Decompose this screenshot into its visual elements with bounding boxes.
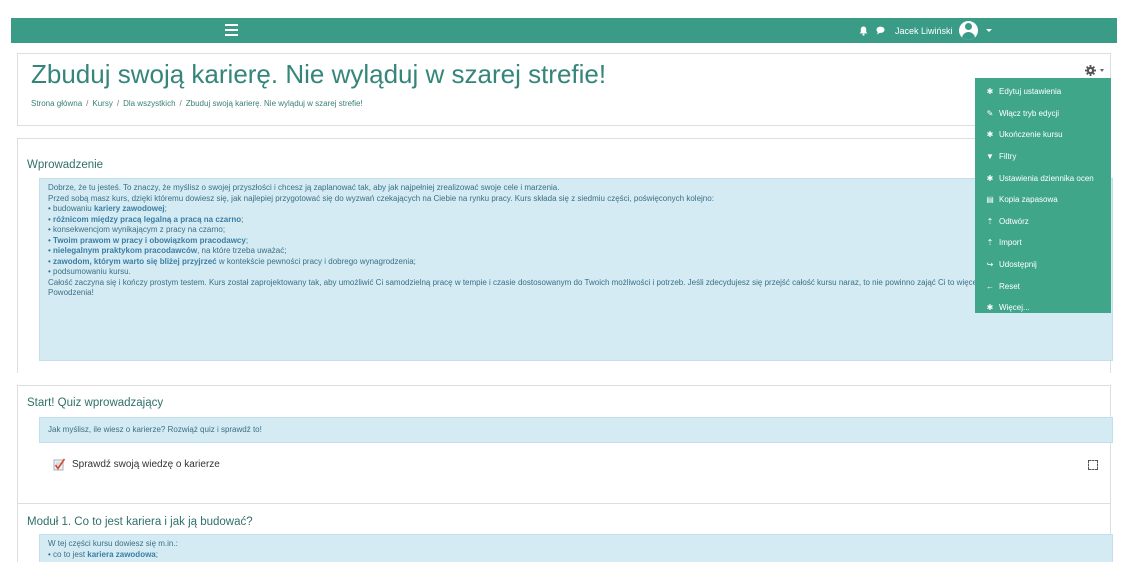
section-title-module1: Moduł 1. Co to jest kariera i jak ją bud… — [27, 516, 253, 528]
menu-item-gradebook-settings[interactable]: ✱ Ustawienia dziennika ocen — [975, 167, 1111, 189]
list-item: różnicom między pracą legalną a pracą na… — [48, 215, 1104, 226]
upload-icon: ⇡ — [986, 238, 994, 248]
gear-icon: ✱ — [986, 130, 994, 140]
chevron-down-icon — [1100, 68, 1104, 72]
menu-item-filters[interactable]: ▼ Filtry — [975, 146, 1111, 168]
activity-name[interactable]: Sprawdź swoją wiedzę o karierze — [72, 459, 220, 470]
menu-item-edit-mode[interactable]: ✎ Włącz tryb edycji — [975, 103, 1111, 125]
section-title-start: Start! Quiz wprowadzający — [27, 397, 164, 409]
quiz-icon — [53, 458, 65, 471]
intro-paragraph: Przed sobą masz kurs, dzięki któremu dow… — [48, 193, 714, 203]
gear-icon: ✱ — [986, 173, 994, 183]
intro-summary: Dobrze, że tu jesteś. To znaczy, że myśl… — [39, 178, 1113, 361]
gear-icon: ✱ — [986, 303, 994, 313]
breadcrumb-courses[interactable]: Kursy — [92, 99, 112, 108]
menu-item-import[interactable]: ⇡ Import — [975, 232, 1111, 254]
share-icon: ↪ — [986, 260, 994, 270]
avatar[interactable] — [958, 21, 978, 40]
module1-paragraph: W tej części kursu dowiesz się m.in.: — [48, 539, 178, 548]
upload-icon: ⇡ — [986, 216, 994, 226]
completion-checkbox[interactable] — [1088, 460, 1098, 470]
chat-icon[interactable] — [876, 26, 885, 35]
user-name[interactable]: Jacek Liwiński — [895, 26, 953, 36]
user-menu-chevron-down-icon[interactable] — [985, 29, 992, 32]
menu-item-backup[interactable]: ▤ Kopia zapasowa — [975, 189, 1111, 211]
breadcrumb-course[interactable]: Zbuduj swoją karierę. Nie wyląduj w szar… — [186, 99, 363, 108]
breadcrumb-category[interactable]: Dla wszystkich — [123, 99, 175, 108]
menu-item-course-completion[interactable]: ✱ Ukończenie kursu — [975, 124, 1111, 146]
list-item: nielegalnym praktykom pracodawców, na kt… — [48, 246, 1104, 257]
user-menu-area: Jacek Liwiński — [859, 21, 992, 40]
pencil-icon: ✎ — [986, 108, 994, 118]
list-item: zawodom, którym warto się bliżej przyjrz… — [48, 257, 1104, 268]
menu-item-reset[interactable]: ← Reset — [975, 275, 1111, 297]
intro-paragraph: Całość zaczyna się i kończy prostym test… — [48, 277, 1042, 287]
list-item: Twoim prawom w pracy i obowiązkom pracod… — [48, 236, 1104, 247]
top-navbar: Jacek Liwiński — [11, 18, 1117, 43]
list-item: co to jest kariera zawodowa; — [48, 550, 1104, 561]
module1-summary: W tej części kursu dowiesz się m.in.: co… — [39, 534, 1113, 562]
section-title-intro: Wprowadzenie — [27, 159, 104, 171]
list-item: budowaniu kariery zawodowej; — [48, 204, 1104, 215]
bell-icon[interactable] — [859, 26, 868, 36]
menu-item-edit-settings[interactable]: ✱ Edytuj ustawienia — [975, 81, 1111, 103]
page-title: Zbuduj swoją karierę. Nie wyląduj w szar… — [31, 59, 607, 89]
menu-item-share[interactable]: ↪ Udostępnij — [975, 254, 1111, 276]
breadcrumb: Strona główna / Kursy / Dla wszystkich / Zbudu… — [31, 99, 363, 108]
menu-item-more[interactable]: ✱ Więcej... — [975, 297, 1111, 319]
menu-toggle-icon[interactable] — [225, 24, 238, 36]
intro-paragraph: Powodzenia! — [48, 288, 94, 297]
page-header: Zbuduj swoją karierę. Nie wyląduj w szar… — [17, 53, 1111, 126]
list-item: podsumowaniu kursu. — [48, 267, 1104, 278]
menu-item-restore[interactable]: ⇡ Odtwórz — [975, 211, 1111, 233]
quiz-activity-link[interactable]: Sprawdź swoją wiedzę o karierze — [53, 458, 220, 471]
breadcrumb-home[interactable]: Strona główna — [31, 99, 82, 108]
page: Jacek Liwiński Zbuduj swoją karierę. Nie… — [0, 0, 1128, 562]
section-start — [17, 385, 1111, 505]
list-item: konsekwencjom wynikającym z pracy na cza… — [48, 225, 1104, 236]
gear-icon — [1085, 64, 1096, 76]
arrow-left-icon: ← — [986, 281, 994, 291]
intro-topic-list: budowaniu kariery zawodowej; różnicom mi… — [48, 204, 1104, 278]
intro-paragraph: Dobrze, że tu jesteś. To znaczy, że myśl… — [48, 183, 560, 192]
file-icon: ▤ — [986, 195, 994, 205]
start-summary: Jak myślisz, ile wiesz o karierze? Rozwi… — [39, 417, 1113, 443]
gear-icon: ✱ — [986, 87, 994, 97]
course-actions-button[interactable] — [1085, 63, 1111, 77]
course-actions-menu: ✱ Edytuj ustawienia ✎ Włącz tryb edycji ✱ U… — [975, 78, 1111, 313]
filter-icon: ▼ — [986, 152, 994, 162]
module1-topic-list: co to jest kariera zawodowa; — [48, 550, 1104, 561]
